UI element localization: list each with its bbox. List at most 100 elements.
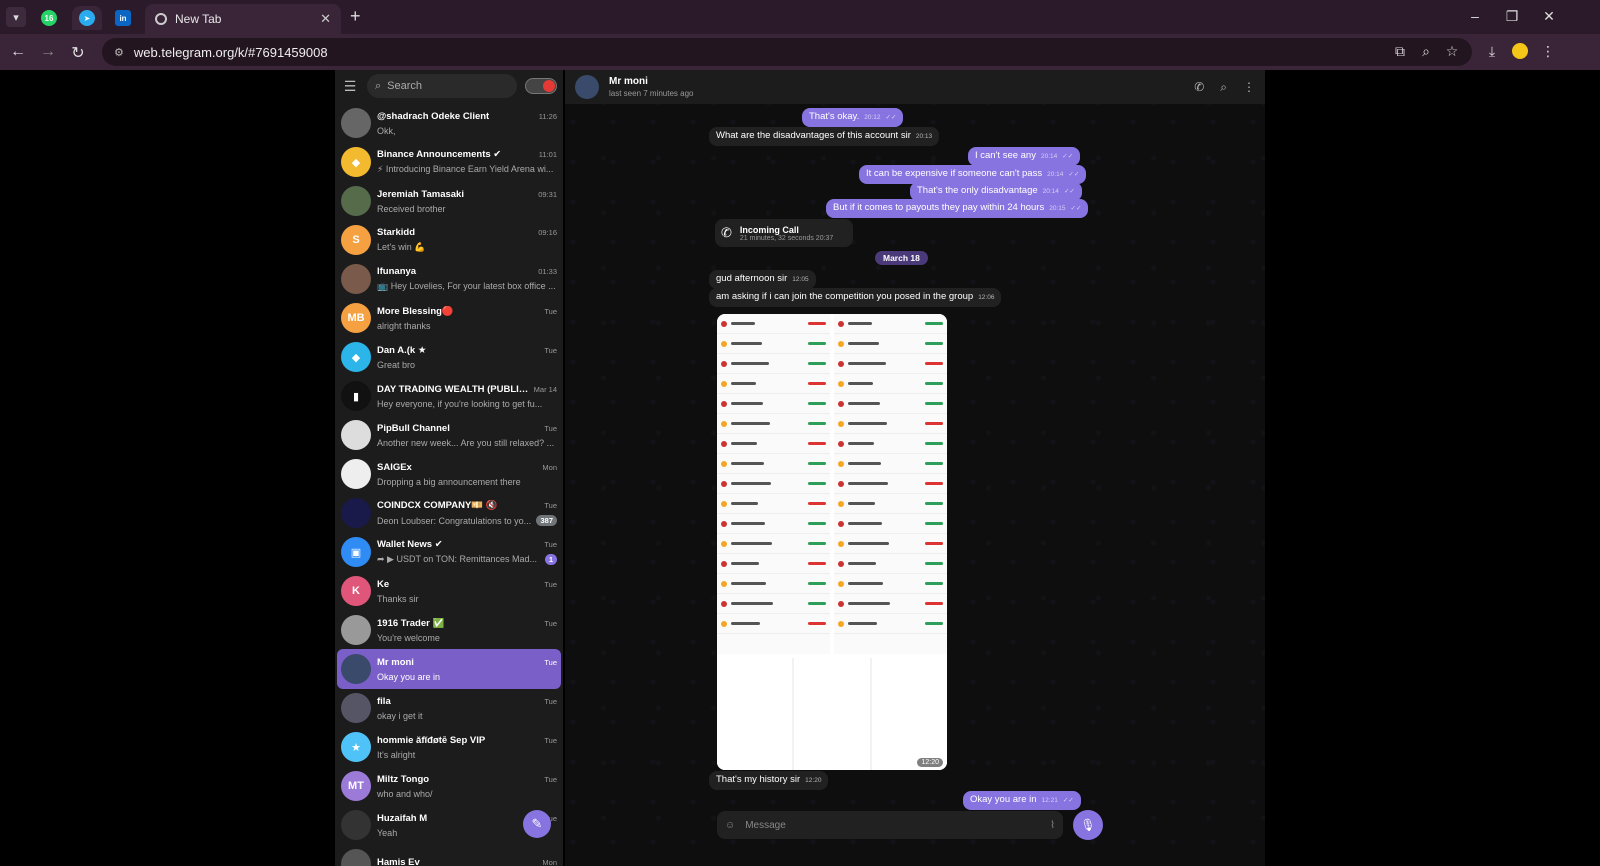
chat-avatar: [341, 498, 371, 528]
conversation-header[interactable]: Mr moni last seen 7 minutes ago ✆ ⌕ ⋮: [565, 70, 1265, 104]
incoming-call-message[interactable]: ✆ Incoming Call 21 minutes, 32 seconds 2…: [715, 219, 853, 247]
chat-name: More Blessing🔴: [377, 305, 454, 317]
trade-value: [808, 602, 826, 605]
chat-time: 01:33: [538, 267, 557, 276]
tab-whatsapp[interactable]: 16: [34, 6, 64, 30]
trade-value: [925, 482, 943, 485]
zoom-icon[interactable]: ⌕: [1416, 43, 1436, 60]
currency-flag-icon: [838, 460, 844, 467]
chat-avatar: ★: [341, 732, 371, 762]
chat-list-item[interactable]: K Ke Tue Thanks sir: [337, 571, 561, 611]
tab-close-icon[interactable]: ✕: [320, 11, 331, 27]
chat-list-item[interactable]: fila Tue okay i get it: [337, 688, 561, 728]
chat-avatar: [341, 654, 371, 684]
chat-list-item[interactable]: 1916 Trader ✅ Tue You're welcome: [337, 610, 561, 650]
reload-icon[interactable]: ↻: [68, 43, 88, 63]
forward-arrow-icon[interactable]: →: [38, 43, 58, 61]
chat-preview: 📺 Hey Lovelies, For your latest box offi…: [377, 281, 556, 291]
chat-avatar: [341, 264, 371, 294]
hamburger-menu-icon[interactable]: ☰: [341, 78, 359, 95]
outgoing-message[interactable]: Okay you are in 12:21 ✓✓: [963, 791, 1081, 810]
profile-avatar-icon[interactable]: [1510, 43, 1530, 62]
chat-list-item[interactable]: S Starkidd 09:16 Let's win 💪: [337, 220, 561, 260]
trade-row: [834, 554, 947, 574]
search-input[interactable]: ⌕ Search: [367, 74, 517, 98]
chat-list-item[interactable]: Hamis Ev Mon: [337, 844, 561, 866]
currency-flag-icon: [838, 600, 844, 607]
status-toggle[interactable]: [525, 78, 557, 94]
chat-list-item[interactable]: SAIGEx Mon Dropping a big announcement t…: [337, 454, 561, 494]
chat-name: COINDCX COMPANY💴 🔇: [377, 500, 498, 511]
incoming-message[interactable]: That's my history sir 12:20: [709, 771, 829, 790]
incoming-message[interactable]: am asking if i can join the competition …: [709, 288, 1002, 307]
outgoing-message[interactable]: I can't see any 20:14 ✓✓: [968, 147, 1081, 166]
back-arrow-icon[interactable]: ←: [8, 43, 28, 61]
contact-avatar[interactable]: [575, 75, 599, 99]
currency-flag-icon: [838, 580, 844, 587]
chat-list-item[interactable]: ▮ DAY TRADING WEALTH (PUBLIC) 🔇 Mar 14 H…: [337, 376, 561, 416]
new-message-pencil-icon[interactable]: ✎: [523, 810, 551, 838]
chat-list-item[interactable]: Mr moni Tue Okay you are in: [337, 649, 561, 689]
message-text: gud afternoon sir: [716, 273, 788, 284]
currency-flag-icon: [838, 360, 844, 367]
search-in-chat-icon[interactable]: ⌕: [1220, 80, 1227, 95]
phone-call-icon[interactable]: ✆: [1194, 80, 1204, 95]
trade-row: [717, 594, 830, 614]
tab-linkedin[interactable]: in: [108, 6, 138, 30]
voice-mic-icon[interactable]: 🎙: [1073, 810, 1103, 840]
restore-icon[interactable]: ❐: [1497, 8, 1527, 25]
photo-thumb: [717, 658, 793, 770]
chat-list-item[interactable]: MT Miltz Tongo Tue who and who/: [337, 766, 561, 806]
chat-list-item[interactable]: @shadrach Odeke Client 11:26 Okk,: [337, 103, 561, 143]
chat-time: Tue: [544, 501, 557, 510]
chat-avatar: ◆: [341, 342, 371, 372]
new-tab-plus-icon[interactable]: +: [350, 6, 361, 27]
trade-label: [848, 382, 873, 385]
chat-list-item[interactable]: Jeremiah Tamasaki 09:31 Received brother: [337, 181, 561, 221]
currency-flag-icon: [721, 560, 727, 567]
chat-list-item[interactable]: ▣ Wallet News ✔ Tue ➦ ▶ USDT on TON: Rem…: [337, 532, 561, 572]
message-time: 20:14: [1040, 153, 1058, 160]
chat-list-item[interactable]: ★ hommie ăfĭđøtē Sep VIP Tue It's alrigh…: [337, 727, 561, 767]
trade-history-photo[interactable]: 12:20: [717, 314, 947, 770]
currency-flag-icon: [721, 460, 727, 467]
currency-flag-icon: [838, 620, 844, 627]
incoming-message[interactable]: gud afternoon sir 12:05: [709, 270, 816, 289]
tab-telegram[interactable]: ➤: [72, 6, 102, 30]
outgoing-message[interactable]: But if it comes to payouts they pay with…: [826, 199, 1089, 218]
install-app-icon[interactable]: ⧉: [1390, 43, 1410, 60]
more-options-icon[interactable]: ⋮: [1243, 80, 1255, 95]
chat-list-item[interactable]: PipBull Channel Tue Another new week... …: [337, 415, 561, 455]
trade-label: [731, 422, 770, 425]
close-window-icon[interactable]: ✕: [1534, 8, 1564, 25]
trade-value: [808, 422, 826, 425]
chat-list-item[interactable]: ◆ Dan A.(k ★ Tue Great bro: [337, 337, 561, 377]
message-text: What are the disadvantages of this accou…: [716, 130, 911, 141]
chat-list-item[interactable]: MB More Blessing🔴 Tue alright thanks: [337, 298, 561, 338]
outgoing-message[interactable]: That's okay. 20:12 ✓✓: [802, 108, 904, 127]
read-check-icon: ✓✓: [1062, 153, 1074, 160]
message-input[interactable]: Message: [745, 820, 1040, 831]
trade-row: [717, 514, 830, 534]
chat-time: Mon: [542, 857, 557, 866]
chat-preview: Another new week... Are you still relaxe…: [377, 437, 555, 448]
incoming-message[interactable]: What are the disadvantages of this accou…: [709, 127, 940, 146]
tab-search-chevron-icon[interactable]: ▾: [6, 7, 26, 27]
unread-badge: 1: [544, 554, 557, 565]
trade-value: [808, 322, 826, 325]
address-bar[interactable]: ⚙ web.telegram.org/k/#7691459008: [102, 38, 1472, 66]
browser-menu-icon[interactable]: ⋮: [1538, 43, 1558, 60]
tab-new-tab[interactable]: New Tab ✕: [145, 4, 341, 34]
bookmark-star-icon[interactable]: ☆: [1442, 43, 1462, 60]
attach-paperclip-icon[interactable]: ⌇: [1050, 820, 1055, 831]
trade-value: [925, 402, 943, 405]
chat-list-item[interactable]: COINDCX COMPANY💴 🔇 Tue Deon Loubser: Con…: [337, 493, 561, 533]
site-info-icon[interactable]: ⚙: [114, 46, 124, 59]
chat-list-item[interactable]: Ifunanya 01:33 📺 Hey Lovelies, For your …: [337, 259, 561, 299]
emoji-icon[interactable]: ☺: [725, 820, 735, 831]
message-composer[interactable]: ☺ Message ⌇: [717, 811, 1063, 839]
chat-list-item[interactable]: ◆ Binance Announcements ✔ 11:01 ⚡ Introd…: [337, 142, 561, 182]
download-icon[interactable]: ⤓: [1482, 43, 1502, 60]
minimize-icon[interactable]: –: [1460, 8, 1490, 24]
currency-flag-icon: [838, 560, 844, 567]
